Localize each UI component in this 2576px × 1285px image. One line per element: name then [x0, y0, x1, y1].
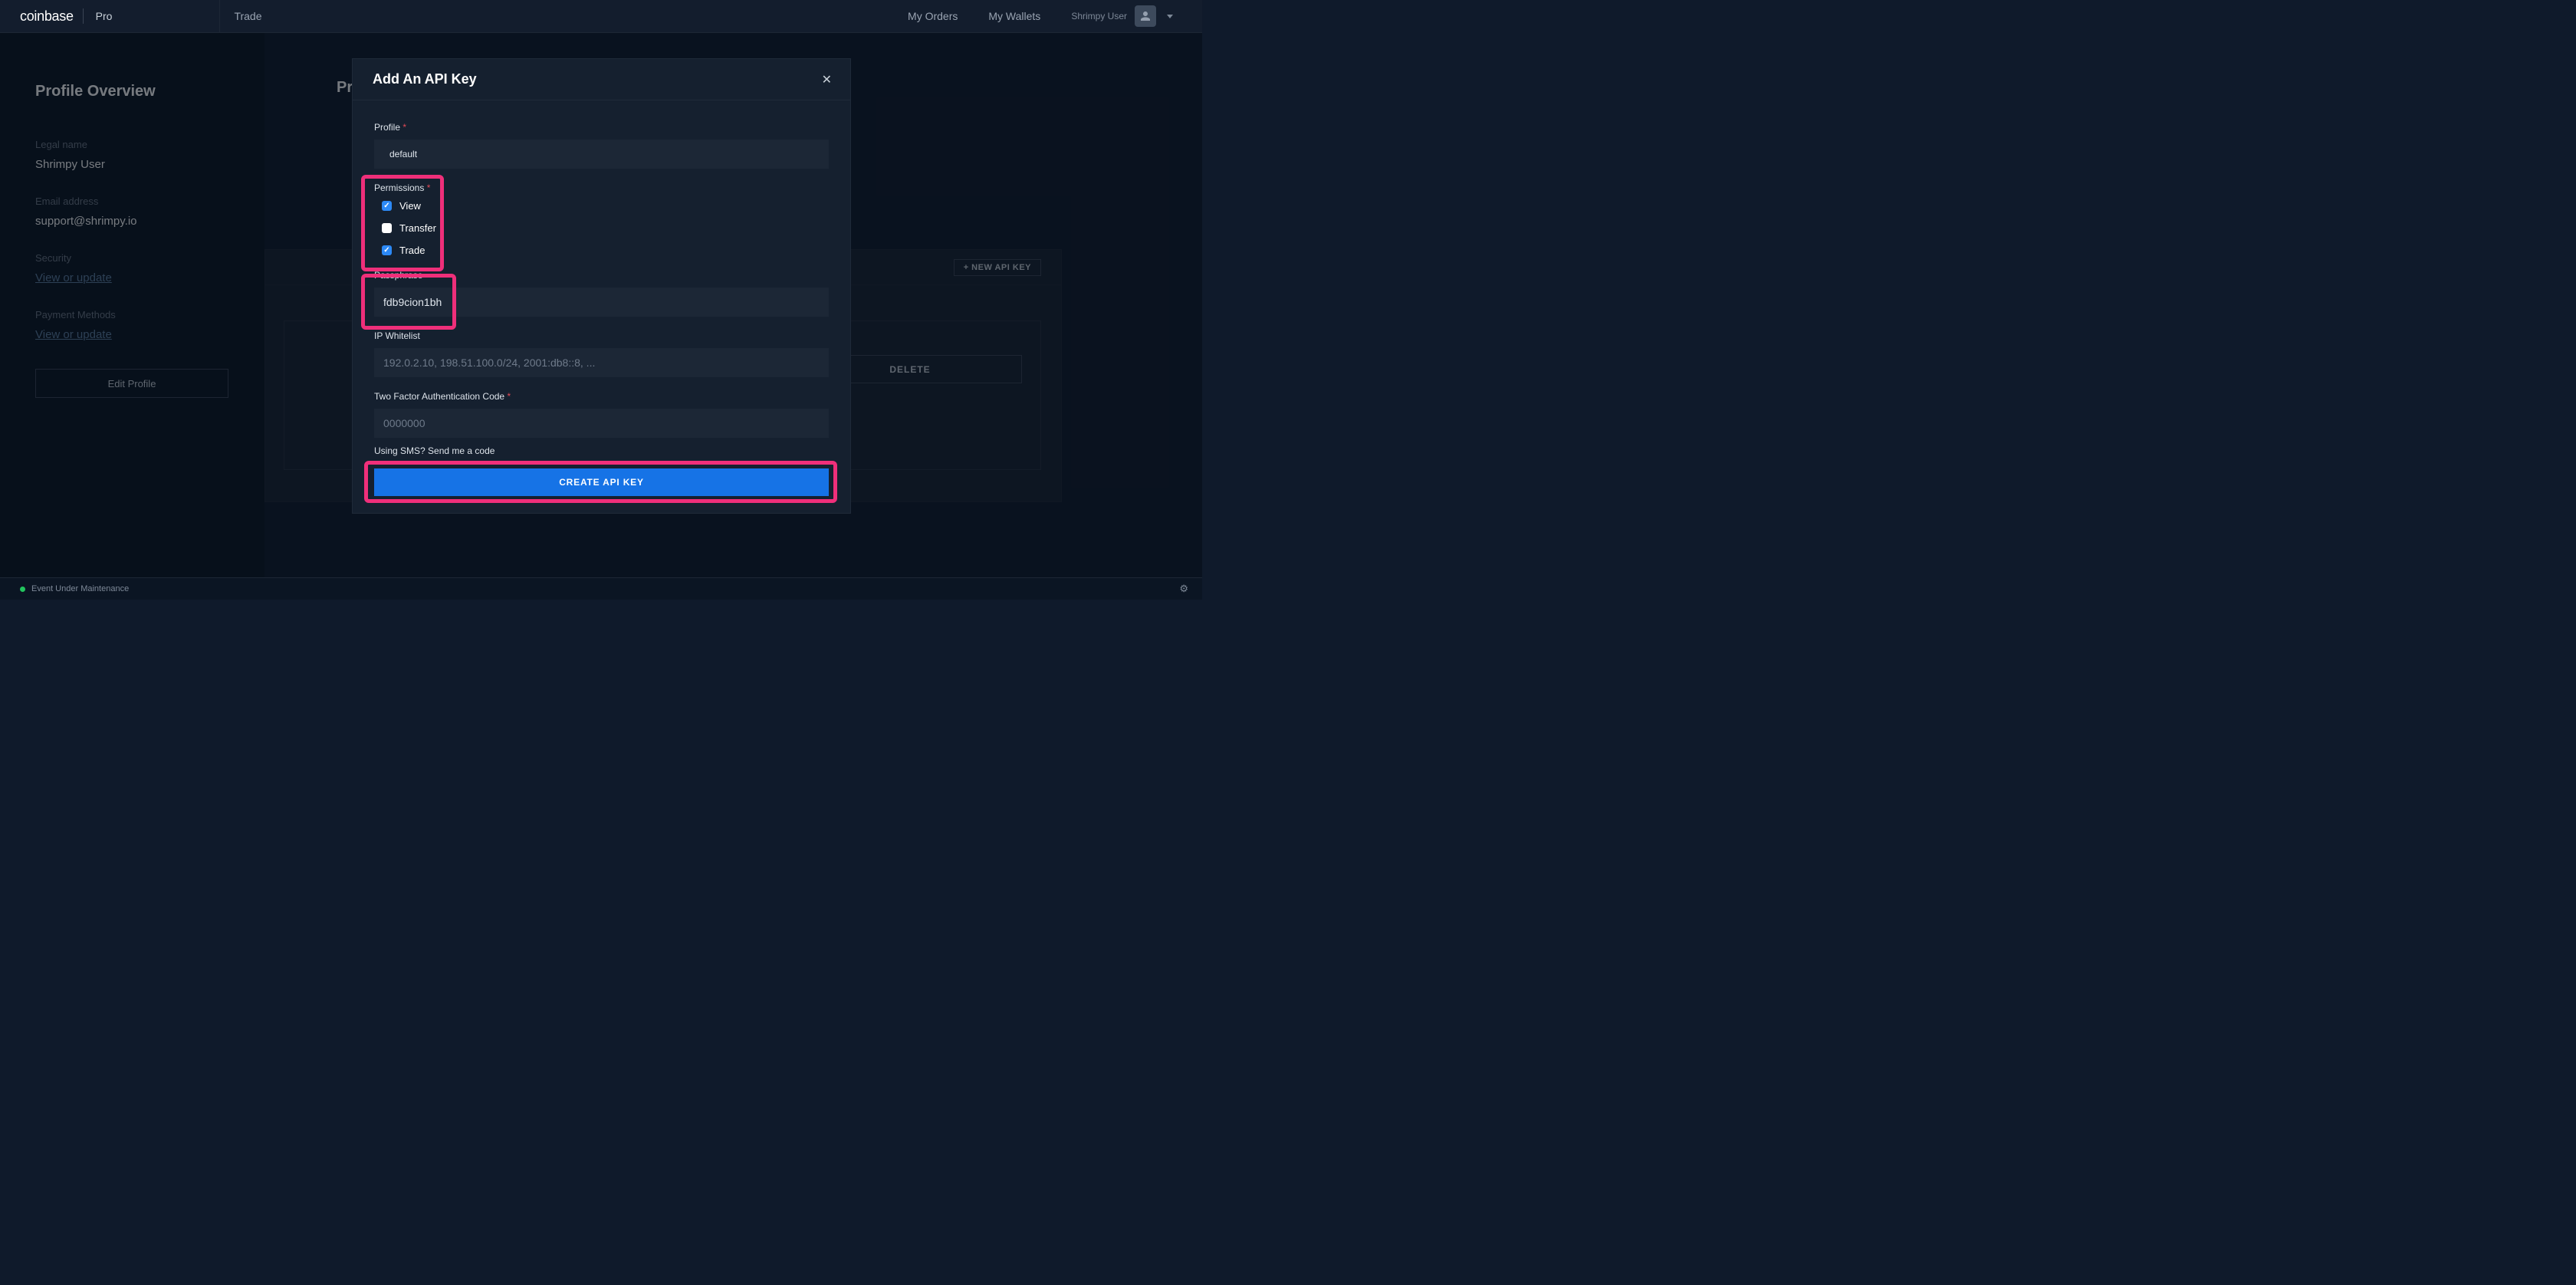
- modal-body: Profile * Permissions * ✓ View Transfer …: [353, 100, 850, 513]
- tfa-label: Two Factor Authentication Code *: [374, 391, 829, 402]
- checkbox-unchecked-icon: [382, 223, 392, 233]
- gear-icon[interactable]: ⚙: [1179, 583, 1188, 595]
- permissions-label: Permissions *: [374, 182, 829, 193]
- nav-trade[interactable]: Trade: [234, 10, 261, 22]
- perm-transfer-label: Transfer: [399, 222, 436, 234]
- status-dot-icon: [20, 587, 25, 592]
- perm-view-row[interactable]: ✓ View: [382, 200, 829, 212]
- create-api-key-button[interactable]: CREATE API KEY: [374, 468, 829, 496]
- checkbox-checked-icon: ✓: [382, 245, 392, 255]
- tfa-input[interactable]: [374, 409, 829, 438]
- perm-transfer-row[interactable]: Transfer: [382, 222, 829, 234]
- divider: [219, 0, 220, 33]
- logo-pro: Pro: [96, 10, 113, 22]
- avatar: [1135, 5, 1156, 27]
- nav-my-wallets[interactable]: My Wallets: [988, 10, 1040, 22]
- modal-header: Add An API Key ✕: [353, 59, 850, 100]
- send-sms-code-link[interactable]: Using SMS? Send me a code: [374, 445, 829, 456]
- profile-select[interactable]: [374, 140, 829, 169]
- nav-my-orders[interactable]: My Orders: [908, 10, 958, 22]
- perm-trade-row[interactable]: ✓ Trade: [382, 245, 829, 256]
- profile-label: Profile *: [374, 122, 829, 133]
- passphrase-label: Passphrase: [374, 270, 829, 281]
- status-bar: Event Under Maintenance ⚙: [0, 577, 1202, 600]
- user-name: Shrimpy User: [1071, 11, 1127, 21]
- user-icon: [1138, 9, 1152, 23]
- logo[interactable]: coinbase Pro: [20, 8, 112, 25]
- chevron-down-icon: [1167, 15, 1173, 18]
- logo-text: coinbase: [20, 8, 74, 25]
- checkbox-checked-icon: ✓: [382, 201, 392, 211]
- modal-title: Add An API Key: [373, 71, 477, 87]
- add-api-key-modal: Add An API Key ✕ Profile * Permissions *…: [352, 58, 851, 514]
- ip-whitelist-label: IP Whitelist: [374, 330, 829, 341]
- perm-trade-label: Trade: [399, 245, 425, 256]
- logo-divider: [83, 8, 84, 24]
- top-bar: coinbase Pro Trade My Orders My Wallets …: [0, 0, 1202, 33]
- passphrase-input[interactable]: [374, 288, 829, 317]
- status-text: Event Under Maintenance: [31, 584, 129, 593]
- close-icon[interactable]: ✕: [822, 72, 832, 87]
- nav-right: My Orders My Wallets Shrimpy User: [908, 5, 1173, 27]
- ip-whitelist-input[interactable]: [374, 348, 829, 377]
- user-menu[interactable]: Shrimpy User: [1071, 5, 1173, 27]
- perm-view-label: View: [399, 200, 421, 212]
- permissions-group: Permissions * ✓ View Transfer ✓ Trade: [374, 182, 829, 256]
